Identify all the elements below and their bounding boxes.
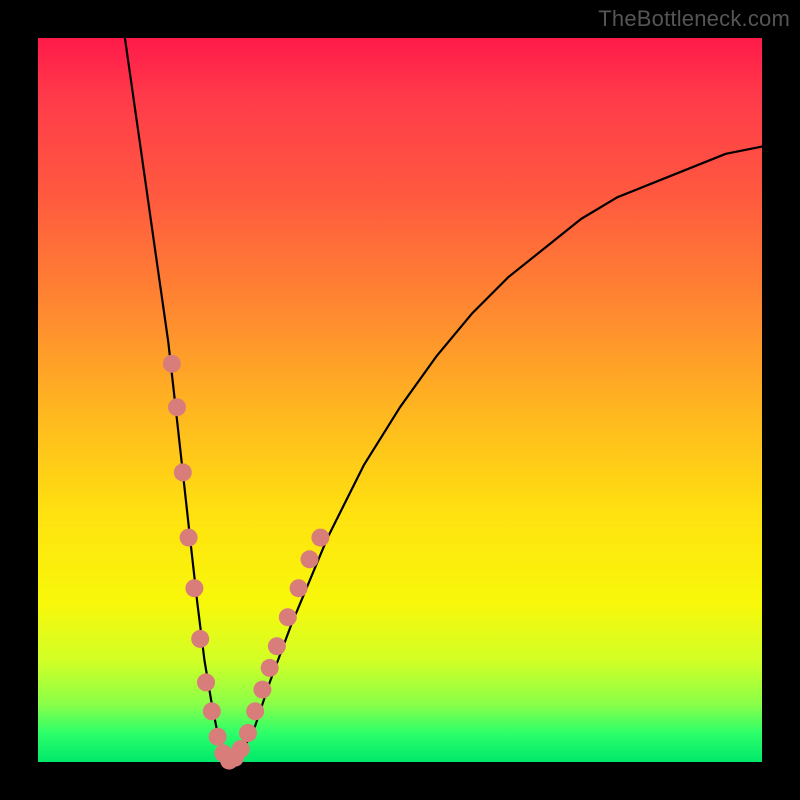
marker-dot: [174, 463, 192, 481]
marker-dot: [239, 724, 257, 742]
marker-dot: [185, 579, 203, 597]
marker-dot: [290, 579, 308, 597]
bottleneck-curve: [125, 38, 762, 762]
marker-dot: [203, 702, 221, 720]
marker-dot: [209, 728, 227, 746]
frame: TheBottleneck.com: [0, 0, 800, 800]
marker-dot: [232, 740, 250, 758]
marker-group: [163, 355, 330, 770]
marker-dot: [180, 529, 198, 547]
watermark-text: TheBottleneck.com: [598, 6, 790, 32]
marker-dot: [191, 630, 209, 648]
plot-area: [38, 38, 762, 762]
marker-dot: [253, 681, 271, 699]
marker-dot: [301, 550, 319, 568]
marker-dot: [268, 637, 286, 655]
marker-dot: [168, 398, 186, 416]
marker-dot: [197, 673, 215, 691]
marker-dot: [261, 659, 279, 677]
marker-dot: [279, 608, 297, 626]
marker-dot: [311, 529, 329, 547]
chart-svg: [38, 38, 762, 762]
marker-dot: [163, 355, 181, 373]
curve-path-group: [125, 38, 762, 762]
marker-dot: [246, 702, 264, 720]
